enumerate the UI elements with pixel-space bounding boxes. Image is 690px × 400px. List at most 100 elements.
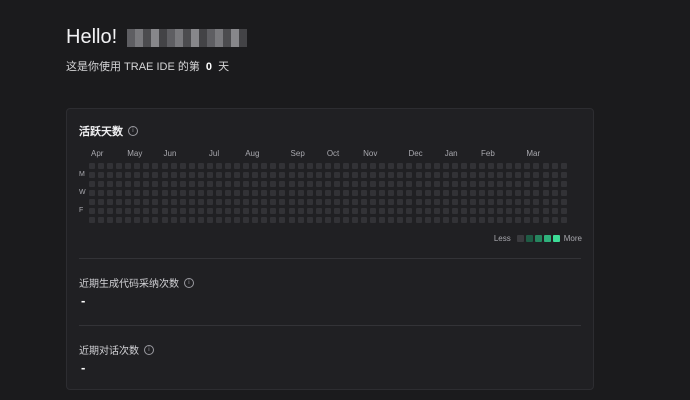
heatmap-cell[interactable] [152, 172, 159, 179]
heatmap-cell[interactable] [225, 199, 232, 206]
heatmap-cell[interactable] [460, 217, 467, 224]
heatmap-cell[interactable] [252, 181, 259, 188]
heatmap-cell[interactable] [306, 190, 313, 197]
heatmap-cell[interactable] [261, 190, 268, 197]
heatmap-cell[interactable] [361, 217, 368, 224]
heatmap-cell[interactable] [243, 163, 250, 169]
heatmap-cell[interactable] [433, 190, 440, 197]
heatmap-cell[interactable] [488, 190, 495, 197]
heatmap-cell[interactable] [433, 199, 440, 206]
heatmap-cell[interactable] [361, 172, 368, 179]
heatmap-cell[interactable] [442, 190, 449, 197]
heatmap-cell[interactable] [315, 199, 322, 206]
heatmap-cell[interactable] [197, 181, 204, 188]
heatmap-cell[interactable] [451, 208, 458, 215]
heatmap-cell[interactable] [89, 172, 95, 179]
heatmap-cell[interactable] [197, 163, 204, 169]
heatmap-cell[interactable] [497, 199, 504, 206]
heatmap-cell[interactable] [352, 181, 359, 188]
heatmap-cell[interactable] [342, 217, 349, 224]
heatmap-cell[interactable] [433, 208, 440, 215]
heatmap-cell[interactable] [297, 181, 304, 188]
heatmap-cell[interactable] [533, 181, 540, 188]
heatmap-cell[interactable] [170, 190, 177, 197]
heatmap-cell[interactable] [197, 172, 204, 179]
heatmap-cell[interactable] [152, 199, 159, 206]
heatmap-cell[interactable] [143, 199, 150, 206]
heatmap-cell[interactable] [324, 208, 331, 215]
heatmap-cell[interactable] [125, 199, 132, 206]
heatmap-cell[interactable] [243, 190, 250, 197]
heatmap-cell[interactable] [533, 163, 540, 169]
heatmap-cell[interactable] [234, 199, 241, 206]
heatmap-cell[interactable] [315, 190, 322, 197]
heatmap-cell[interactable] [342, 181, 349, 188]
heatmap-cell[interactable] [479, 208, 485, 215]
heatmap-cell[interactable] [397, 163, 404, 169]
heatmap-cell[interactable] [125, 181, 132, 188]
heatmap-cell[interactable] [234, 163, 241, 169]
heatmap-cell[interactable] [497, 172, 504, 179]
heatmap-cell[interactable] [234, 181, 241, 188]
heatmap-cell[interactable] [161, 199, 168, 206]
heatmap-cell[interactable] [542, 190, 549, 197]
heatmap-cell[interactable] [252, 172, 259, 179]
heatmap-cell[interactable] [379, 199, 386, 206]
heatmap-cell[interactable] [488, 199, 495, 206]
heatmap-cell[interactable] [415, 190, 422, 197]
heatmap-cell[interactable] [397, 190, 404, 197]
heatmap-cell[interactable] [134, 163, 141, 169]
heatmap-cell[interactable] [206, 172, 213, 179]
heatmap-cell[interactable] [179, 217, 186, 224]
heatmap-cell[interactable] [342, 190, 349, 197]
heatmap-cell[interactable] [433, 217, 440, 224]
heatmap-cell[interactable] [89, 199, 95, 206]
heatmap-cell[interactable] [542, 181, 549, 188]
heatmap-cell[interactable] [388, 199, 395, 206]
heatmap-cell[interactable] [161, 190, 168, 197]
heatmap-cell[interactable] [333, 172, 340, 179]
heatmap-cell[interactable] [424, 181, 431, 188]
heatmap-cell[interactable] [370, 163, 377, 169]
heatmap-cell[interactable] [379, 217, 386, 224]
heatmap-cell[interactable] [533, 217, 540, 224]
heatmap-cell[interactable] [442, 199, 449, 206]
heatmap-cell[interactable] [324, 217, 331, 224]
heatmap-cell[interactable] [170, 181, 177, 188]
heatmap-cell[interactable] [134, 199, 141, 206]
heatmap-cell[interactable] [297, 163, 304, 169]
heatmap-cell[interactable] [551, 208, 558, 215]
heatmap-cell[interactable] [116, 181, 123, 188]
heatmap-cell[interactable] [306, 199, 313, 206]
heatmap-cell[interactable] [315, 208, 322, 215]
heatmap-cell[interactable] [388, 181, 395, 188]
heatmap-cell[interactable] [179, 190, 186, 197]
heatmap-cell[interactable] [116, 172, 123, 179]
heatmap-cell[interactable] [524, 217, 531, 224]
heatmap-cell[interactable] [460, 172, 467, 179]
heatmap-cell[interactable] [315, 172, 322, 179]
heatmap-cell[interactable] [306, 208, 313, 215]
heatmap-cell[interactable] [370, 199, 377, 206]
heatmap-cell[interactable] [297, 190, 304, 197]
heatmap-cell[interactable] [352, 199, 359, 206]
heatmap-cell[interactable] [515, 217, 522, 224]
heatmap-cell[interactable] [143, 181, 150, 188]
heatmap-cell[interactable] [125, 163, 132, 169]
heatmap-cell[interactable] [515, 181, 522, 188]
heatmap-cell[interactable] [551, 163, 558, 169]
heatmap-cell[interactable] [379, 190, 386, 197]
heatmap-cell[interactable] [261, 163, 268, 169]
heatmap-cell[interactable] [424, 172, 431, 179]
heatmap-cell[interactable] [306, 181, 313, 188]
heatmap-cell[interactable] [116, 163, 123, 169]
heatmap-cell[interactable] [506, 181, 513, 188]
heatmap-cell[interactable] [406, 199, 413, 206]
heatmap-cell[interactable] [515, 208, 522, 215]
heatmap-cell[interactable] [451, 217, 458, 224]
heatmap-cell[interactable] [243, 172, 250, 179]
heatmap-cell[interactable] [388, 163, 395, 169]
heatmap-cell[interactable] [333, 181, 340, 188]
heatmap-cell[interactable] [261, 172, 268, 179]
heatmap-cell[interactable] [234, 208, 241, 215]
